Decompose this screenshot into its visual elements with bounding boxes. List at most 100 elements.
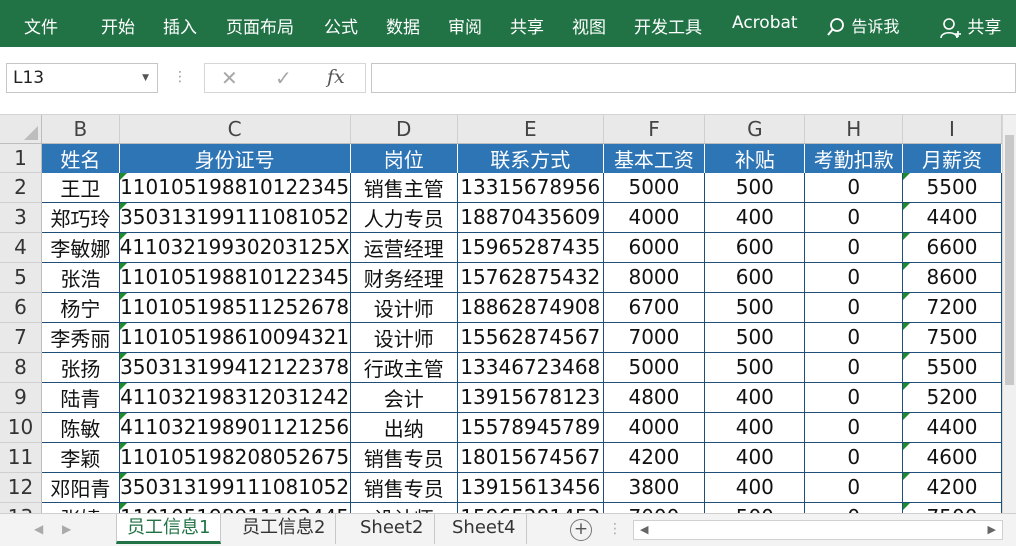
scroll-left-icon[interactable]: ◀ [640,523,648,536]
tab-review[interactable]: 审阅 [448,13,482,38]
data-cell[interactable]: 7200 [902,292,1002,323]
tab-data[interactable]: 数据 [386,13,420,38]
data-cell[interactable]: 110105198911102445 [119,502,351,513]
cancel-icon[interactable]: ✕ [221,66,238,90]
data-cell[interactable]: 销售主管 [350,172,458,203]
tab-developer[interactable]: 开发工具 [634,13,702,38]
row-header[interactable]: 11 [0,442,43,473]
data-cell[interactable]: 0 [804,412,904,443]
row-header[interactable]: 9 [0,382,43,413]
row-header[interactable]: 7 [0,322,43,353]
data-cell[interactable]: 陈敏 [41,412,120,443]
row-header[interactable]: 3 [0,202,43,233]
data-cell[interactable]: 500 [704,352,806,383]
data-cell[interactable]: 张婧 [41,502,120,513]
data-cell[interactable]: 0 [804,472,904,503]
data-cell[interactable]: 6600 [902,232,1002,263]
data-cell[interactable]: 0 [804,292,904,323]
data-cell[interactable]: 财务经理 [350,262,458,293]
header-cell[interactable]: 补贴 [704,143,806,173]
data-cell[interactable]: 350313199111081052 [119,202,351,233]
data-cell[interactable]: 0 [804,502,904,513]
data-cell[interactable]: 110105198810122345 [119,262,351,293]
data-cell[interactable]: 4000 [603,412,706,443]
data-cell[interactable]: 500 [704,502,806,513]
data-cell[interactable]: 0 [804,442,904,473]
next-sheet-icon[interactable]: ▶ [62,522,71,536]
data-cell[interactable]: 5000 [603,352,706,383]
data-cell[interactable]: 15965281453 [457,502,604,513]
row-header[interactable]: 5 [0,262,43,293]
scroll-right-icon[interactable]: ▶ [988,523,996,536]
data-cell[interactable]: 张扬 [41,352,120,383]
formula-input[interactable] [371,63,1016,93]
data-cell[interactable]: 18015674567 [457,442,604,473]
row-header[interactable]: 8 [0,352,43,383]
data-cell[interactable]: 杨宁 [41,292,120,323]
data-cell[interactable]: 8000 [603,262,706,293]
data-cell[interactable]: 设计师 [350,322,458,353]
select-all-corner[interactable] [0,115,43,144]
column-header[interactable]: I [902,115,1002,144]
data-cell[interactable]: 400 [704,472,806,503]
data-cell[interactable]: 0 [804,262,904,293]
data-cell[interactable]: 6700 [603,292,706,323]
data-cell[interactable]: 出纳 [350,412,458,443]
header-cell[interactable]: 月薪资 [902,143,1002,173]
column-header[interactable]: H [804,115,904,144]
column-header[interactable]: E [457,115,604,144]
data-cell[interactable]: 41103219930203125X [119,232,351,263]
column-header[interactable]: B [41,115,120,144]
data-cell[interactable]: 4400 [902,412,1002,443]
column-header[interactable]: F [603,115,706,144]
data-cell[interactable]: 110105198511252678 [119,292,351,323]
sheet-tab-3[interactable]: Sheet2 [350,514,435,544]
data-cell[interactable]: 411032198901121256 [119,412,351,443]
data-cell[interactable]: 0 [804,172,904,203]
data-cell[interactable]: 15562874567 [457,322,604,353]
row-header[interactable]: 4 [0,232,43,263]
data-cell[interactable]: 350313199412122378 [119,352,351,383]
name-box-dropdown-icon[interactable]: ▼ [142,64,149,92]
data-cell[interactable]: 0 [804,202,904,233]
data-cell[interactable]: 郑巧玲 [41,202,120,233]
data-cell[interactable]: 5200 [902,382,1002,413]
header-cell[interactable]: 联系方式 [457,143,604,173]
data-cell[interactable]: 设计师 [350,292,458,323]
data-cell[interactable]: 18870435609 [457,202,604,233]
data-cell[interactable]: 7000 [603,502,706,513]
data-cell[interactable]: 4200 [603,442,706,473]
data-cell[interactable]: 运营经理 [350,232,458,263]
data-cell[interactable]: 7500 [902,502,1002,513]
data-cell[interactable]: 销售专员 [350,472,458,503]
tab-insert[interactable]: 插入 [163,13,197,38]
data-cell[interactable]: 5500 [902,352,1002,383]
column-header[interactable]: G [704,115,806,144]
tell-me-search[interactable]: 告诉我 [826,13,899,37]
data-cell[interactable]: 15965287435 [457,232,604,263]
data-cell[interactable]: 13346723468 [457,352,604,383]
header-cell[interactable]: 基本工资 [603,143,706,173]
data-cell[interactable]: 5500 [902,172,1002,203]
data-cell[interactable]: 600 [704,262,806,293]
data-cell[interactable]: 行政主管 [350,352,458,383]
data-cell[interactable]: 5000 [603,172,706,203]
data-cell[interactable]: 0 [804,322,904,353]
column-header[interactable]: C [119,115,351,144]
data-cell[interactable]: 4000 [603,202,706,233]
data-cell[interactable]: 18862874908 [457,292,604,323]
data-cell[interactable]: 15762875432 [457,262,604,293]
tab-file[interactable]: 文件 [24,13,58,38]
tab-share[interactable]: 共享 [510,13,544,38]
data-cell[interactable]: 400 [704,412,806,443]
data-cell[interactable]: 4600 [902,442,1002,473]
add-sheet-button[interactable]: + [570,519,592,541]
header-cell[interactable]: 姓名 [41,143,120,173]
row-header[interactable]: 6 [0,292,43,323]
vertical-scrollbar[interactable] [1002,115,1016,513]
data-cell[interactable]: 李秀丽 [41,322,120,353]
data-cell[interactable]: 400 [704,382,806,413]
row-header[interactable]: 13 [0,502,43,513]
data-cell[interactable]: 400 [704,442,806,473]
data-cell[interactable]: 陆青 [41,382,120,413]
